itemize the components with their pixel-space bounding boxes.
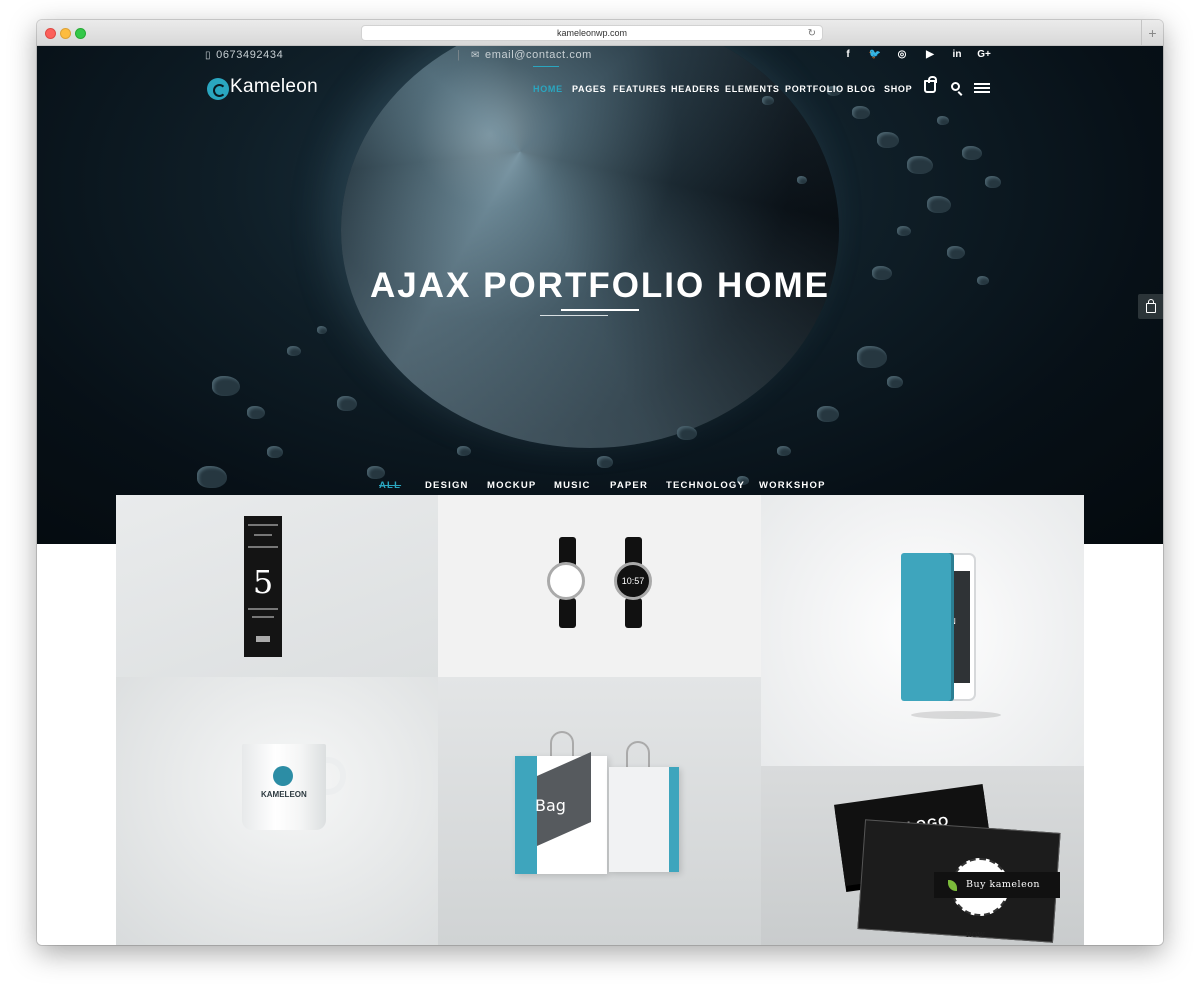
- search-icon[interactable]: [951, 82, 960, 91]
- portfolio-item-bags[interactable]: Bag: [438, 677, 761, 945]
- nav-shop[interactable]: SHOP: [884, 84, 912, 94]
- black-watch: 10:57: [614, 562, 652, 600]
- email-contact[interactable]: ✉ email@contact.com: [471, 49, 592, 61]
- nav-home[interactable]: HOME: [533, 84, 563, 94]
- leaf-icon: [948, 880, 957, 891]
- title-underline-secondary: [540, 315, 608, 316]
- reload-icon[interactable]: ↻: [808, 26, 816, 41]
- phone-icon: ▯: [205, 50, 212, 61]
- close-window-button[interactable]: [45, 28, 56, 39]
- filter-workshop[interactable]: WORKSHOP: [759, 480, 826, 491]
- google-plus-icon[interactable]: G+: [977, 49, 991, 60]
- poster-card: 5: [244, 516, 282, 657]
- portfolio-item-tablet[interactable]: LEON: [761, 495, 1084, 766]
- webpage: ▯ 0673492434 | ✉ email@contact.com f 🐦 ◎ ▶…: [37, 46, 1163, 945]
- filter-mockup[interactable]: MOCKUP: [487, 480, 536, 491]
- shopping-bag-icon[interactable]: [924, 76, 937, 93]
- nav-portfolio[interactable]: PORTFOLIO: [785, 84, 844, 94]
- browser-toolbar: kameleonwp.com ↻ +: [37, 20, 1163, 46]
- poster-number: 5: [252, 563, 274, 601]
- nav-elements[interactable]: ELEMENTS: [725, 84, 780, 94]
- twitter-icon[interactable]: 🐦: [868, 49, 882, 60]
- brand-name: Kameleon: [230, 76, 318, 97]
- hero-section: ▯ 0673492434 | ✉ email@contact.com f 🐦 ◎ ▶…: [37, 46, 1163, 544]
- nav-blog[interactable]: BLOG: [847, 84, 876, 94]
- address-bar[interactable]: kameleonwp.com ↻: [361, 25, 823, 41]
- phone-text: 0673492434: [216, 49, 284, 61]
- browser-window: kameleonwp.com ↻ + ▯ 0673492434 | ✉ emai…: [37, 20, 1163, 945]
- white-watch: [547, 562, 585, 600]
- new-tab-button[interactable]: +: [1141, 20, 1163, 46]
- address-text: kameleonwp.com: [556, 28, 628, 38]
- tablet-cover: [901, 553, 951, 701]
- side-cart-button[interactable]: [1138, 294, 1163, 319]
- portfolio-item-mug[interactable]: KAMELEON: [116, 677, 438, 945]
- title-underline: [561, 309, 639, 311]
- portfolio-item-cards[interactable]: LOGO: [761, 766, 1084, 945]
- bag-mockup-secondary: [609, 767, 679, 872]
- filter-paper[interactable]: PAPER: [610, 480, 648, 491]
- portfolio-item-watches[interactable]: 10:57: [438, 495, 761, 677]
- instagram-icon[interactable]: ◎: [895, 49, 909, 60]
- facebook-icon[interactable]: f: [841, 49, 855, 60]
- nav-features[interactable]: FEATURES: [613, 84, 666, 94]
- bag-mockup: Bag: [515, 751, 607, 874]
- nav-pages[interactable]: PAGES: [572, 84, 606, 94]
- hero-title: AJAX PORTFOLIO HOME: [370, 266, 830, 305]
- nav-headers[interactable]: HEADERS: [671, 84, 720, 94]
- portfolio-item-poster[interactable]: 5: [116, 495, 438, 677]
- linkedin-icon[interactable]: in: [950, 49, 964, 60]
- planet-graphic: [341, 46, 839, 448]
- envelope-icon: ✉: [471, 50, 480, 61]
- mug-text: KAMELEON: [261, 790, 307, 799]
- filter-music[interactable]: MUSIC: [554, 480, 591, 491]
- menu-icon[interactable]: [974, 83, 990, 94]
- phone-contact[interactable]: ▯ 0673492434: [205, 49, 283, 61]
- mug-mockup: [242, 744, 326, 830]
- top-bar: ▯ 0673492434 | ✉ email@contact.com f 🐦 ◎ ▶…: [205, 46, 995, 64]
- minimize-window-button[interactable]: [60, 28, 71, 39]
- filter-all[interactable]: ALL: [379, 480, 401, 491]
- mug-logo-icon: [273, 766, 293, 786]
- youtube-icon[interactable]: ▶: [923, 49, 937, 60]
- filter-technology[interactable]: TECHNOLOGY: [666, 480, 745, 491]
- zoom-window-button[interactable]: [75, 28, 86, 39]
- kameleon-logo-icon: [207, 78, 229, 100]
- divider: |: [457, 49, 460, 61]
- buy-kameleon-button[interactable]: Buy kameleon: [934, 872, 1060, 898]
- filter-design[interactable]: DESIGN: [425, 480, 469, 491]
- email-text: email@contact.com: [484, 49, 592, 61]
- now-text: now: [966, 930, 985, 940]
- buy-label: Buy kameleon: [966, 879, 1041, 890]
- bag-text: Bag: [535, 796, 566, 815]
- nav-active-indicator: [533, 66, 559, 67]
